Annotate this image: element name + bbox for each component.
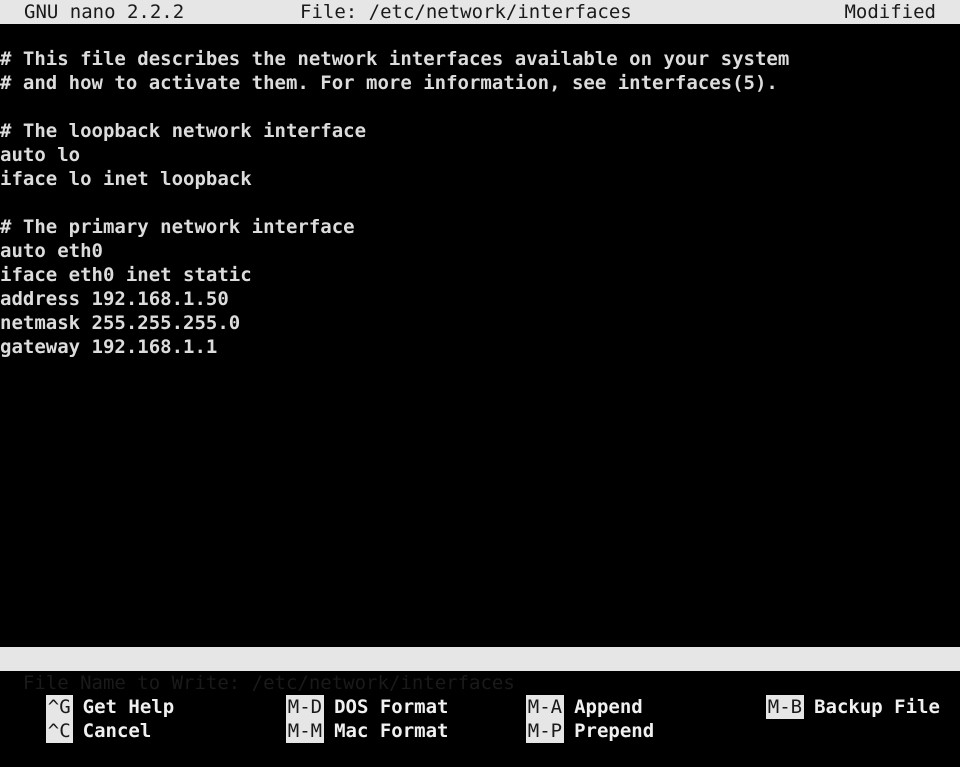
shortcut-key: ^C [45, 719, 73, 743]
shortcut-cancel[interactable]: ^C Cancel [0, 695, 151, 743]
shortcut-backup-file[interactable]: M-B Backup File [720, 671, 940, 719]
shortcut-label: Cancel [82, 720, 152, 742]
shortcut-bar: ^G Get Help M-D DOS Format M-A Append M-B Ba… [0, 671, 960, 743]
filename-prompt[interactable]: File Name to Write: /etc/network/interfa… [0, 647, 960, 694]
app-version: GNU nano 2.2.2 [24, 1, 185, 23]
editor-area[interactable]: # This file describes the network interf… [0, 47, 960, 647]
modified-status: Modified [844, 1, 936, 23]
editor-line[interactable]: iface eth0 inet static [0, 263, 252, 287]
editor-line[interactable]: iface lo inet loopback [0, 167, 252, 191]
editor-line[interactable]: auto lo [0, 143, 80, 167]
shortcut-mac-format[interactable]: M-M Mac Format [240, 695, 448, 743]
shortcut-label: Mac Format [334, 720, 449, 742]
shortcut-append[interactable]: M-A Append [480, 671, 643, 719]
shortcut-dos-format[interactable]: M-D DOS Format [240, 671, 448, 719]
shortcut-key: M-M [285, 719, 325, 743]
editor-line[interactable]: # The primary network interface [0, 215, 355, 239]
editor-line[interactable]: # and how to activate them. For more inf… [0, 71, 778, 95]
editor-line[interactable]: gateway 192.168.1.1 [0, 335, 217, 359]
editor-line[interactable]: address 192.168.1.50 [0, 287, 229, 311]
shortcut-key: M-P [525, 719, 565, 743]
editor-line[interactable]: auto eth0 [0, 239, 103, 263]
file-path: File: /etc/network/interfaces [300, 1, 632, 23]
editor-line[interactable]: # This file describes the network interf… [0, 47, 789, 71]
shortcut-label: Prepend [574, 720, 655, 742]
editor-line[interactable]: # The loopback network interface [0, 119, 366, 143]
title-bar: GNU nano 2.2.2 File: /etc/network/interf… [0, 0, 960, 24]
shortcut-key: M-B [765, 695, 805, 719]
shortcut-prepend[interactable]: M-P Prepend [480, 695, 654, 743]
editor-line[interactable]: netmask 255.255.255.0 [0, 311, 240, 335]
shortcut-get-help[interactable]: ^G Get Help [0, 671, 174, 719]
shortcut-label: Backup File [814, 696, 940, 718]
